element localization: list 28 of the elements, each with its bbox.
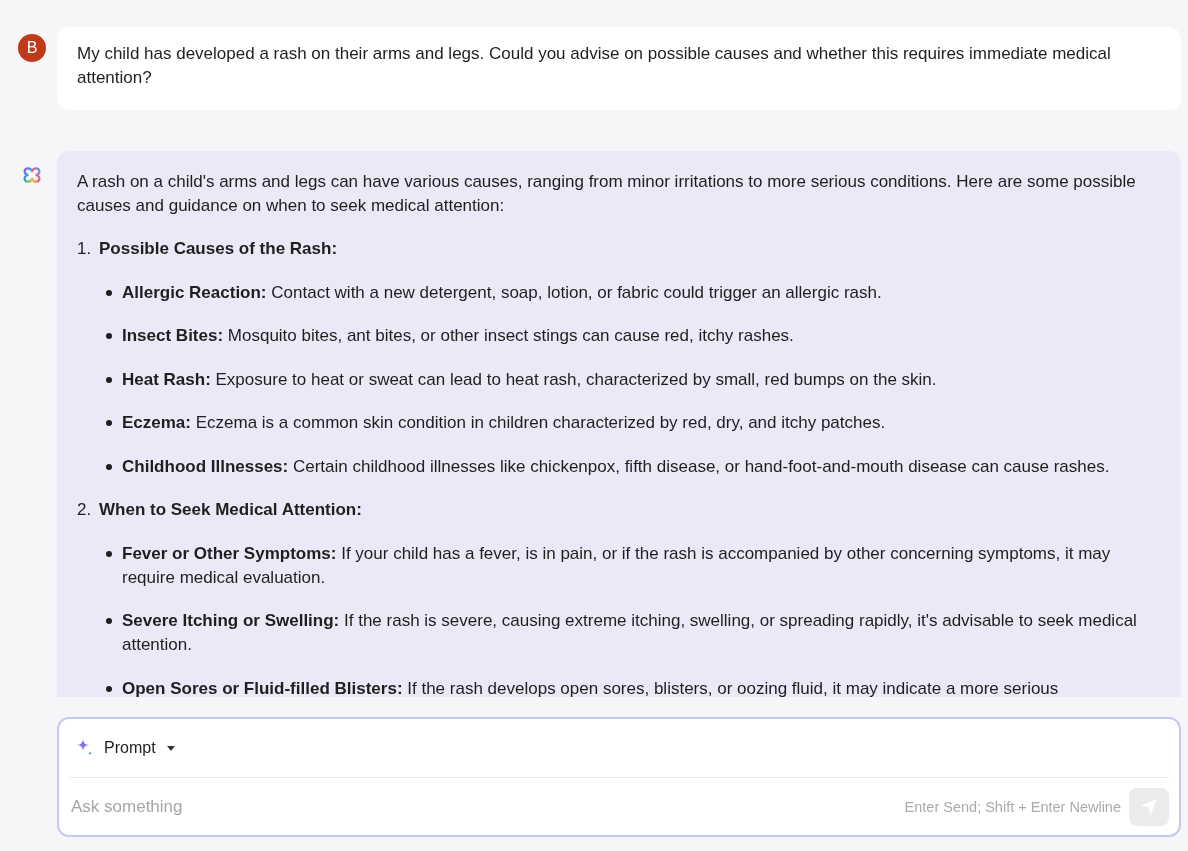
section-heading: Possible Causes of the Rash: <box>99 238 338 260</box>
list-item-text: Fever or Other Symptoms: If your child has a fever, is in pain, or if the rash is accompanied by other concerning symptoms, it may require medical evaluation. <box>122 542 1112 589</box>
user-avatar: B <box>18 34 46 62</box>
bullet-icon <box>106 550 112 557</box>
message-text: My child has developed a rash on their arms and legs. Could you advise on possible causes and whether this requires immediate medical attention? <box>77 43 1112 89</box>
message-text: A rash on a child's arms and legs can have various causes, ranging from minor irritations to more serious conditions. Here are some possible causes and guidance on when to seek medical attention: <box>77 171 1137 217</box>
list-item-text: Heat Rash: Exposure to heat or sweat can lead to heat rash, characterized by small, red bumps on the skin. <box>122 368 938 391</box>
list-item-text: Childhood Illnesses: Certain childhood illnesses like chickenpox, fifth disease, or hand-foot-and-mouth disease can cause rashes. <box>122 455 1111 478</box>
list-number: 2. <box>77 498 93 521</box>
keyboard-hint: Enter Send; Shift + Enter Newline <box>904 798 1121 815</box>
bullet-icon <box>106 376 112 383</box>
bullet-icon <box>106 618 112 625</box>
bullet-icon <box>106 685 112 692</box>
list-item-text: Open Sores or Fluid-filled Blisters: If the rash develops open sores, blisters, or oozing fluid, it may indicate a more serious <box>122 677 1060 697</box>
list-number: 1. <box>77 238 93 260</box>
list-item-text: Eczema: Eczema is a common skin condition in children characterized by red, dry, and itchy patches. <box>122 412 887 435</box>
bullet-icon <box>106 289 112 296</box>
section-heading: When to Seek Medical Attention: <box>99 498 362 521</box>
bullet-icon <box>106 463 112 470</box>
message-input[interactable]: Ask something <box>69 792 897 821</box>
caret-icon <box>166 745 175 751</box>
list-item-text: Allergic Reaction: Contact with a new detergent, soap, lotion, or fabric could trigger an allergic rash. <box>122 281 883 304</box>
bullet-icon <box>106 333 112 340</box>
assistant-logo-icon <box>22 165 42 185</box>
list-item-text: Insect Bites: Mosquito bites, ant bites, or other insect stings can cause red, itchy rashes. <box>122 325 795 348</box>
list-item-text: Severe Itching or Swelling: If the rash is severe, causing extreme itching, swelling, or spreading rapidly, it's advisable to seek medical attention. <box>122 610 1138 657</box>
bullet-icon <box>106 420 112 427</box>
prompt-mode-dropdown[interactable]: Prompt <box>69 738 175 758</box>
